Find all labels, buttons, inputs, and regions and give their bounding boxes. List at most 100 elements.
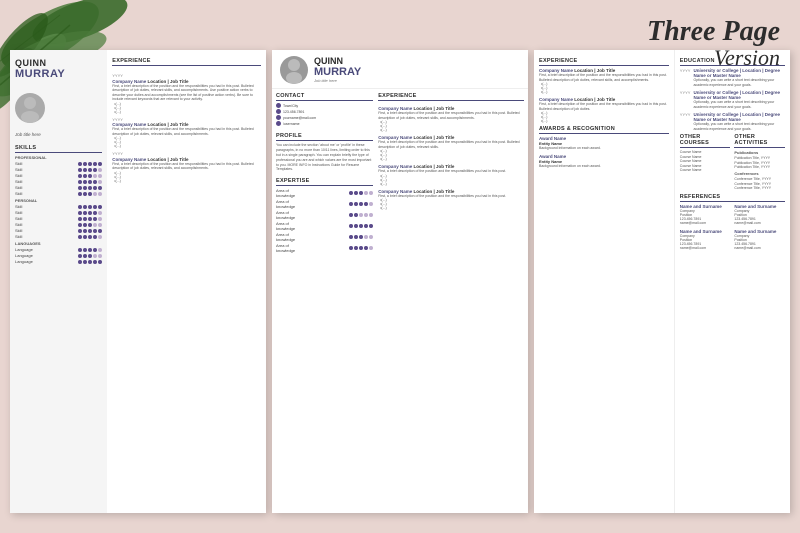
skill-dot — [93, 205, 97, 209]
skill-name: Skill — [15, 216, 45, 221]
contact-email: yourname@mail.com — [276, 115, 373, 120]
contact-email-text: yourname@mail.com — [283, 116, 316, 120]
skill-dot — [349, 235, 353, 239]
skill-dot — [83, 260, 87, 264]
contact-town-text: Town/City — [283, 104, 298, 108]
skill-dot — [78, 235, 82, 239]
education-entry: YYYY University or College | Location | … — [680, 112, 785, 131]
experience-entry: YYYY Company Name Location | Job Title F… — [112, 117, 261, 149]
page3-left-column: EXPERIENCE Company Name Location | Job T… — [534, 50, 675, 513]
page3-right-column: EDUCATION YYYY University or College | L… — [675, 50, 790, 513]
skill-dot — [88, 254, 92, 258]
other-activities-title: OTHER ACTIVITIES — [734, 134, 785, 148]
conferences-label: Conferences — [734, 171, 785, 176]
edu-desc: Optionally, you can write a short text d… — [693, 78, 785, 87]
skill-name: Skill — [15, 210, 45, 215]
edu-school: University or College | Location | Degre… — [693, 112, 785, 122]
contact-social-text: /username — [283, 122, 300, 126]
skill-dot — [78, 186, 82, 190]
skill-dot — [88, 223, 92, 227]
exp-year: YYYY — [112, 151, 261, 156]
skill-name: Language — [15, 247, 45, 252]
skill-name: Area of knowledge — [276, 199, 306, 209]
experience-entry: Company Name Location | Job Title First,… — [378, 135, 524, 161]
title-line1: Three Page — [647, 18, 780, 46]
skill-row: Language — [15, 259, 102, 264]
award-desc: Background information on each award. — [539, 164, 669, 169]
exp-desc: First, a brief description of the positi… — [112, 127, 261, 136]
skill-dot — [93, 235, 97, 239]
skill-dot — [93, 260, 97, 264]
exp-desc: First, a brief description of the positi… — [378, 169, 524, 174]
publications-list: Publication Title, YYYYPublication Title… — [734, 156, 785, 169]
references-left: Name and Surname Company Position 123.45… — [680, 204, 731, 254]
skill-row: Skill — [15, 210, 102, 215]
skill-dot — [93, 248, 97, 252]
skill-dot — [78, 248, 82, 252]
skill-dot — [98, 254, 102, 258]
education-entry: YYYY University or College | Location | … — [680, 68, 785, 87]
skill-dot — [93, 180, 97, 184]
references-section: REFERENCES Name and Surname Company Posi… — [680, 194, 785, 254]
skill-row: Skill — [15, 167, 102, 172]
skill-name: Skill — [15, 161, 45, 166]
resume-page-2: QUINN MURRAY Job title here CONTACT Town… — [272, 50, 528, 513]
skill-dot — [359, 235, 363, 239]
publication-item: Publication Title, YYYY — [734, 156, 785, 160]
languages-list: Language Language Language — [15, 247, 102, 264]
course-item: Course Name — [680, 150, 731, 154]
skill-dot — [369, 213, 373, 217]
skill-dot — [93, 174, 97, 178]
bullet-item: •(...) — [380, 182, 524, 186]
conference-item: Conference Title, YYYY — [734, 177, 785, 181]
page2-last-name: MURRAY — [314, 66, 520, 78]
skill-dot — [83, 174, 87, 178]
reference-entry: Name and Surname Company Position 123.45… — [680, 229, 731, 250]
course-item: Course Name — [680, 168, 731, 172]
email-icon — [276, 115, 281, 120]
skill-dot — [93, 229, 97, 233]
awards-list: Award Name Entity Name Background inform… — [539, 136, 669, 168]
skill-name: Area of knowledge — [276, 210, 306, 220]
page2-name-block: QUINN MURRAY Job title here — [314, 56, 520, 83]
contact-phone-text: 123.456.7891 — [283, 110, 304, 114]
skill-dot — [88, 168, 92, 172]
exp-year: YYYY — [112, 73, 261, 78]
edu-year: YYYY — [680, 90, 691, 95]
skill-name: Skill — [15, 204, 45, 209]
reference-entry: Name and Surname Company Position 123.45… — [680, 204, 731, 225]
skill-dot — [88, 211, 92, 215]
page2-body: CONTACT Town/City 123.456.7891 yourname@… — [272, 89, 528, 513]
skill-dot — [83, 205, 87, 209]
skill-name: Skill — [15, 179, 45, 184]
bullet-item: •(...) — [380, 157, 524, 161]
expertise-title: EXPERTISE — [276, 178, 373, 186]
award-desc: Background information on each award. — [539, 146, 669, 151]
reference-entry: Name and Surname Company Position 123.45… — [734, 229, 785, 250]
exp-desc: First, a brief description of the positi… — [539, 73, 669, 82]
bullet-item: •(...) — [541, 90, 669, 94]
page1-last-name: MURRAY — [15, 68, 102, 80]
skill-dot — [83, 186, 87, 190]
p3-experience-list: Company Name Location | Job Title First,… — [539, 68, 669, 123]
references-title: REFERENCES — [680, 194, 785, 202]
resume-page-1: QUINN MURRAY Job title here SKILLS PROFE… — [10, 50, 266, 513]
course-item: Course Name — [680, 159, 731, 163]
skill-row: Skill — [15, 191, 102, 196]
experience-entry: YYYY Company Name Location | Job Title F… — [112, 151, 261, 183]
activities-column: OTHER ACTIVITIES Publications Publicatio… — [734, 134, 785, 191]
exp-desc: First, a brief description of the positi… — [378, 194, 524, 199]
skill-dot — [364, 235, 368, 239]
skill-dot — [88, 186, 92, 190]
skill-dot — [98, 162, 102, 166]
skill-dot — [88, 260, 92, 264]
skill-dot — [78, 229, 82, 233]
exp-desc: First, a brief description of the positi… — [112, 84, 261, 102]
skill-row: Language — [15, 253, 102, 258]
skill-row: Skill — [15, 234, 102, 239]
skill-row: Skill — [15, 222, 102, 227]
skill-name: Area of knowledge — [276, 232, 306, 242]
skill-dot — [88, 235, 92, 239]
edu-desc: Optionally, you can write a short text d… — [693, 100, 785, 109]
skill-dot — [83, 217, 87, 221]
